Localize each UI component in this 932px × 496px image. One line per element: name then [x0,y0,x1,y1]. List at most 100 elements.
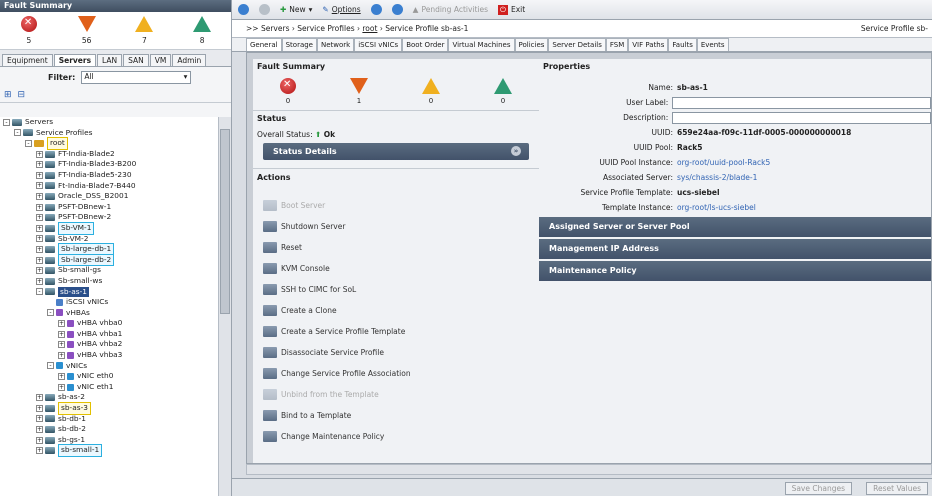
collapse-icon[interactable]: - [47,309,54,317]
tab-san[interactable]: SAN [123,54,149,66]
options-button[interactable]: ✎ Options [322,5,360,14]
expand-icon[interactable]: + [36,235,43,243]
tab-equipment[interactable]: Equipment [2,54,53,66]
tree-node[interactable]: + sb-as-2 [0,392,218,403]
tree-node[interactable]: + vNIC eth1 [0,382,218,393]
action-reset[interactable]: Reset [253,237,539,258]
tree-node[interactable]: + Sb-large-db-2 [0,253,218,267]
expand-icon[interactable]: + [58,320,65,328]
assigned-server-section[interactable]: Assigned Server or Server Pool [539,217,931,237]
profile-warning[interactable]: 0 [494,78,512,106]
critical-faults[interactable]: 5 [9,16,49,49]
collapse-icon[interactable]: - [25,139,32,147]
expand-icon[interactable]: + [36,415,43,423]
tab-storage[interactable]: Storage [281,38,317,51]
tab-fsm[interactable]: FSM [605,38,629,51]
expand-icon[interactable]: + [36,436,43,444]
associated-server-link[interactable]: sys/chassis-2/blade-1 [677,173,757,182]
exit-button[interactable]: ⏻ Exit [498,4,525,15]
tab-network[interactable]: Network [316,38,355,51]
action-kvm-console[interactable]: KVM Console [253,258,539,279]
expand-icon[interactable]: + [58,373,65,381]
action-disassociate-service-profile[interactable]: Disassociate Service Profile [253,342,539,363]
action-change-service-profile-association[interactable]: Change Service Profile Association [253,363,539,384]
tab-admin[interactable]: Admin [172,54,207,66]
action-bind-to-a-template[interactable]: Bind to a Template [253,405,539,426]
tree-node[interactable]: + vHBA vhba3 [0,350,218,361]
collapse-all-icon[interactable]: ⊟ [18,90,26,100]
expand-icon[interactable]: + [58,330,65,338]
breadcrumb-root[interactable]: root [362,24,377,33]
tree-node[interactable]: + vHBA vhba2 [0,339,218,350]
breadcrumb-profiles[interactable]: Service Profiles [297,24,354,33]
tree-node[interactable]: - Servers [0,117,218,128]
expand-icon[interactable]: + [36,394,43,402]
expand-all-icon[interactable]: ⊞ [4,90,12,100]
action-shutdown-server[interactable]: Shutdown Server [253,216,539,237]
expand-icon[interactable]: + [36,203,43,211]
warning-faults[interactable]: 8 [182,16,222,49]
forward-button[interactable] [259,4,270,15]
profile-major[interactable]: 1 [350,78,368,106]
expand-icon[interactable]: + [36,171,43,179]
tab-vif-paths[interactable]: VIF Paths [628,38,669,51]
filter-select[interactable]: All [81,70,192,84]
expand-icon[interactable]: + [36,256,43,264]
tree-node[interactable]: + vHBA vhba1 [0,329,218,340]
save-changes-button[interactable]: Save Changes [784,482,852,495]
reset-values-button[interactable]: Reset Values [866,482,928,495]
tab-policies[interactable]: Policies [514,38,549,51]
expand-icon[interactable]: + [36,447,43,455]
back-button[interactable] [238,4,249,15]
tab-general[interactable]: General [246,38,282,51]
help-button[interactable] [370,4,382,15]
tree-node[interactable]: + FT-India-Blade2 [0,149,218,160]
tree-node[interactable]: + PSFT-DBnew-2 [0,212,218,223]
tab-virtual-machines[interactable]: Virtual Machines [448,38,515,51]
action-unbind-from-the-template[interactable]: Unbind from the Template [253,384,539,405]
tree-node[interactable]: + PSFT-DBnew-1 [0,202,218,213]
breadcrumb-servers[interactable]: Servers [261,24,290,33]
tab-iscsi-vnics[interactable]: iSCSI vNICs [354,38,403,51]
expand-icon[interactable]: + [36,404,43,412]
expand-icon[interactable]: + [36,245,43,253]
description-input[interactable] [672,111,931,124]
collapse-icon[interactable]: - [3,118,10,126]
expand-icon[interactable]: + [36,214,43,222]
expand-icon[interactable]: + [36,426,43,434]
tree-node[interactable]: + sb-small-1 [0,444,218,457]
tree-node[interactable]: + sb-gs-1 [0,435,218,446]
tree-node[interactable]: + Ft-India-Blade7-B440 [0,181,218,192]
expand-icon[interactable]: + [36,161,43,169]
tree-node[interactable]: + Sb-VM-1 [0,221,218,235]
tab-events[interactable]: Events [696,38,729,51]
expand-icon[interactable]: + [36,192,43,200]
uuid-pool-instance-link[interactable]: org-root/uuid-pool-Rack5 [677,158,770,167]
tree-node[interactable]: + sb-as-3 [0,402,218,415]
management-ip-section[interactable]: Management IP Address [539,239,931,259]
tree-node[interactable]: + Sb-small-ws [0,276,218,287]
collapse-icon[interactable]: - [47,362,54,370]
collapse-icon[interactable]: - [36,288,43,296]
expand-icon[interactable]: + [36,267,43,275]
expand-icon[interactable]: + [36,277,43,285]
tree-node[interactable]: + vHBA vhba0 [0,318,218,329]
expand-icon[interactable]: + [36,150,43,158]
horizontal-scrollbar[interactable] [246,464,932,475]
expand-icon[interactable]: + [58,341,65,349]
tree-node[interactable]: + Sb-small-gs [0,265,218,276]
tab-vm[interactable]: VM [149,54,172,66]
action-ssh-to-cimc-for-sol[interactable]: SSH to CIMC for SoL [253,279,539,300]
tree-node[interactable]: + FT-India-Blade3-B200 [0,159,218,170]
template-instance-link[interactable]: org-root/ls-ucs-siebel [677,203,756,212]
tree-node[interactable]: iSCSI vNICs [0,297,218,308]
collapse-icon[interactable]: - [14,129,21,137]
tree-scrollbar[interactable] [218,117,231,496]
tab-servers[interactable]: Servers [53,54,97,66]
minor-faults[interactable]: 7 [124,16,164,49]
info-button[interactable] [391,4,403,15]
user-label-input[interactable] [672,96,931,109]
major-faults[interactable]: 56 [67,16,107,49]
maintenance-policy-section[interactable]: Maintenance Policy [539,261,931,281]
new-button[interactable]: ✚ New ▾ [280,5,312,14]
